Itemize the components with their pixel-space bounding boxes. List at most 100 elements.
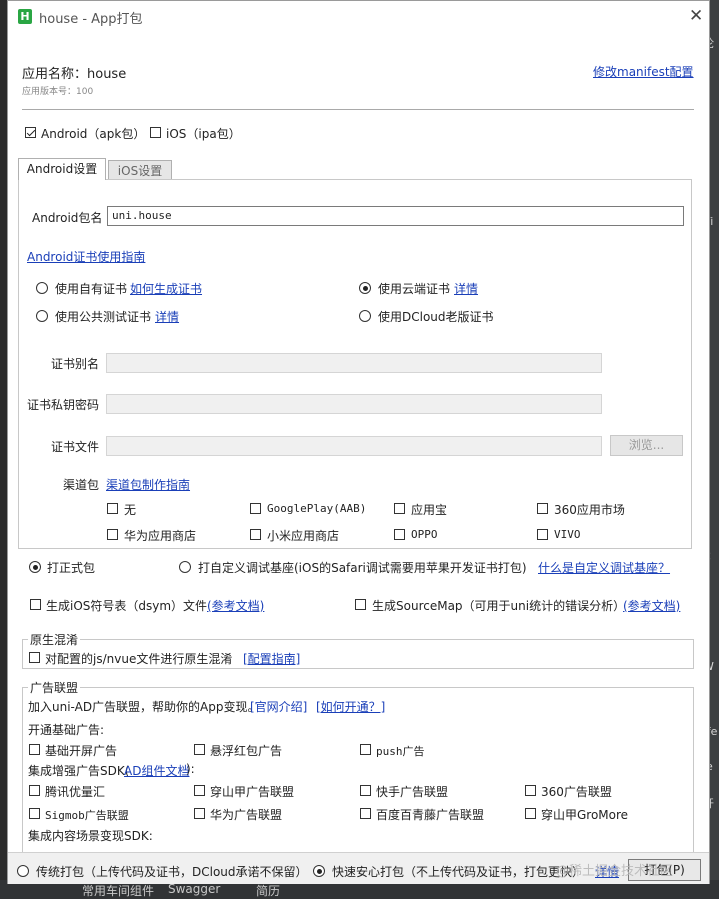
enhanced-ad-label: 百度百青藤广告联盟 <box>376 808 485 822</box>
channel-checkbox[interactable] <box>250 503 261 514</box>
enhanced-ad-checkbox[interactable] <box>525 785 536 796</box>
channel-label-item: VIVO <box>554 528 581 541</box>
obfuscation-checkbox[interactable] <box>29 652 40 663</box>
formal-build-radio[interactable] <box>29 561 41 573</box>
ios-dsym-checkbox[interactable] <box>30 599 41 610</box>
channel-label-item: 华为应用商店 <box>124 529 197 543</box>
channel-checkbox[interactable] <box>107 529 118 540</box>
enhanced-ad-label: 360广告联盟 <box>541 785 612 799</box>
enhanced-ad-checkbox[interactable] <box>194 785 205 796</box>
enhanced-ad-label: 腾讯优量汇 <box>45 785 106 799</box>
app-version-label: 应用版本号：100 <box>22 87 94 97</box>
basic-ad-label: 悬浮红包广告 <box>210 744 283 758</box>
ios-platform-checkbox[interactable] <box>150 127 161 138</box>
enhanced-ad-checkbox[interactable] <box>525 808 536 819</box>
traditional-pack-radio[interactable] <box>17 865 29 877</box>
what-is-custom-base-link[interactable]: 什么是自定义调试基座？ <box>538 559 670 576</box>
channel-checkbox[interactable] <box>537 529 548 540</box>
formal-build-label: 打正式包 <box>47 561 96 575</box>
android-platform-checkbox[interactable] <box>25 127 36 138</box>
basic-ad-checkbox[interactable] <box>29 744 40 755</box>
bg-tab[interactable]: 简历 <box>256 882 280 899</box>
browse-button[interactable]: 浏览... <box>610 435 683 456</box>
obfuscation-guide-link[interactable]: [配置指南] <box>243 650 300 667</box>
tab-android-settings[interactable]: Android设置 <box>18 158 106 180</box>
sourcemap-checkbox[interactable] <box>355 599 366 610</box>
custom-base-radio[interactable] <box>179 561 191 573</box>
enhanced-ads-title-suffix: ): <box>186 762 195 776</box>
bg-tab[interactable]: Swagger <box>168 882 220 896</box>
cert-alias-input[interactable] <box>106 353 602 373</box>
close-icon[interactable]: ✕ <box>689 6 703 26</box>
channel-label-item: 360应用市场 <box>554 503 625 517</box>
channel-guide-link[interactable]: 渠道包制作指南 <box>106 476 190 493</box>
app-pack-dialog: H house - App打包 ✕ 应用名称：house 应用版本号：100 修… <box>7 0 710 884</box>
channel-checkbox[interactable] <box>394 503 405 514</box>
cert-password-label: 证书私钥密码 <box>27 398 100 412</box>
cert-guide-link[interactable]: Android证书使用指南 <box>27 248 145 265</box>
enhanced-ad-checkbox[interactable] <box>194 808 205 819</box>
enhanced-ad-label: Sigmob广告联盟 <box>45 809 129 822</box>
ad-component-docs-link[interactable]: AD组件文档 <box>124 762 189 779</box>
basic-ad-label: 基础开屏广告 <box>45 744 118 758</box>
own-cert-radio[interactable] <box>36 282 48 294</box>
channel-label: 渠道包 <box>63 478 100 492</box>
ios-platform-label: iOS（ipa包） <box>166 127 241 141</box>
basic-ad-checkbox[interactable] <box>194 744 205 755</box>
package-name-input[interactable]: uni.house <box>107 206 684 226</box>
window-title: house - App打包 <box>39 12 143 27</box>
basic-ad-label: push广告 <box>376 745 425 758</box>
ios-dsym-label: 生成iOS符号表（dsym）文件 <box>46 599 208 613</box>
channel-checkbox[interactable] <box>250 529 261 540</box>
obfuscation-label: 对配置的js/nvue文件进行原生混淆 <box>45 652 233 666</box>
cert-alias-label: 证书别名 <box>51 357 100 371</box>
juejin-watermark: @稀土掘金技术社区 <box>556 864 674 879</box>
channel-checkbox[interactable] <box>107 503 118 514</box>
cert-file-label: 证书文件 <box>51 440 100 454</box>
fast-pack-label: 快速安心打包（不上传代码及证书，打包更快） <box>332 865 585 879</box>
public-test-cert-radio[interactable] <box>36 310 48 322</box>
own-cert-label: 使用自有证书 <box>55 282 128 296</box>
enhanced-ad-checkbox[interactable] <box>29 785 40 796</box>
dialog-content: 应用名称：house 应用版本号：100 修改manifest配置 Androi… <box>8 33 709 884</box>
cloud-cert-radio[interactable] <box>359 282 371 294</box>
obfuscation-title: 原生混淆 <box>28 631 81 648</box>
ads-how-to-enable-link[interactable]: [如何开通？] <box>316 698 385 715</box>
sourcemap-docs-link[interactable]: (参考文档) <box>623 597 680 614</box>
ads-title: 广告联盟 <box>28 679 81 696</box>
public-test-cert-details-link[interactable]: 详情 <box>155 308 179 325</box>
how-generate-cert-link[interactable]: 如何生成证书 <box>130 280 202 297</box>
ads-intro: 加入uni-AD广告联盟，帮助你的App变现。 <box>28 700 260 714</box>
channel-label-item: 无 <box>124 503 137 517</box>
enhanced-ad-checkbox[interactable] <box>360 808 371 819</box>
cloud-cert-label: 使用云端证书 <box>378 282 451 296</box>
title-bar: H house - App打包 ✕ <box>8 1 709 33</box>
fast-pack-radio[interactable] <box>313 865 325 877</box>
channel-checkbox[interactable] <box>394 529 405 540</box>
enhanced-ad-label: 穿山甲广告联盟 <box>210 785 295 799</box>
basic-ad-checkbox[interactable] <box>360 744 371 755</box>
android-settings-panel: Android包名 uni.house Android证书使用指南 使用自有证书… <box>18 179 692 549</box>
dcloud-old-cert-label: 使用DCloud老版证书 <box>378 310 494 324</box>
ios-dsym-docs-link[interactable]: (参考文档) <box>207 597 264 614</box>
traditional-pack-label: 传统打包（上传代码及证书，DCloud承诺不保留） <box>36 865 308 879</box>
enhanced-ad-checkbox[interactable] <box>29 808 40 819</box>
ads-official-intro-link[interactable]: [官网介绍] <box>250 698 307 715</box>
cert-password-input[interactable] <box>106 394 602 414</box>
cert-file-input[interactable] <box>106 436 602 456</box>
basic-ads-title: 开通基础广告: <box>28 723 105 737</box>
cloud-cert-details-link[interactable]: 详情 <box>454 280 478 297</box>
tab-ios-settings[interactable]: iOS设置 <box>108 160 172 180</box>
public-test-cert-label: 使用公共测试证书 <box>55 310 152 324</box>
enhanced-ad-label: 华为广告联盟 <box>210 808 283 822</box>
enhanced-ad-checkbox[interactable] <box>360 785 371 796</box>
channel-checkbox[interactable] <box>537 503 548 514</box>
enhanced-ad-label: 快手广告联盟 <box>376 785 449 799</box>
bg-tab[interactable]: 常用车间组件 <box>82 882 154 899</box>
modify-manifest-link[interactable]: 修改manifest配置 <box>593 63 694 80</box>
dcloud-old-cert-radio[interactable] <box>359 310 371 322</box>
app-name-label: 应用名称：house <box>22 67 127 82</box>
sourcemap-label: 生成SourceMap（可用于uni统计的错误分析） <box>372 599 626 613</box>
content-ads-title: 集成内容场景变现SDK: <box>28 829 153 843</box>
channel-label-item: 应用宝 <box>411 503 448 517</box>
